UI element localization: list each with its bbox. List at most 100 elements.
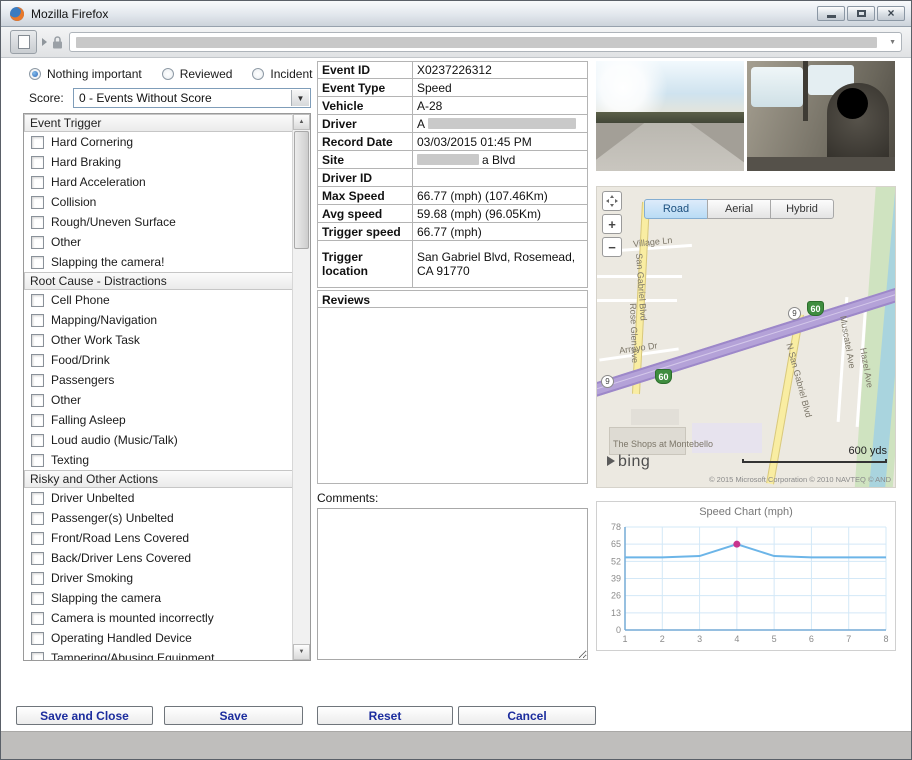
checklist-item[interactable]: Rough/Uneven Surface	[24, 212, 293, 232]
checklist-scrollbar[interactable]: ▲ ▼	[292, 114, 310, 660]
scroll-up-button[interactable]: ▲	[293, 114, 310, 130]
checklist-item[interactable]: Driver Smoking	[24, 568, 293, 588]
checklist-item[interactable]: Texting	[24, 450, 293, 470]
scrollbar-thumb[interactable]	[294, 131, 309, 249]
checkbox[interactable]	[31, 532, 44, 545]
checkbox[interactable]	[31, 136, 44, 149]
title-bar[interactable]: Mozilla Firefox ×	[1, 1, 911, 27]
checkbox[interactable]	[31, 176, 44, 189]
checkbox[interactable]	[31, 632, 44, 645]
checkbox[interactable]	[31, 394, 44, 407]
checklist-item[interactable]: Collision	[24, 192, 293, 212]
checkbox[interactable]	[31, 454, 44, 467]
checkbox[interactable]	[31, 414, 44, 427]
checklist-item-label: Other	[51, 235, 81, 249]
checklist-item[interactable]: Hard Cornering	[24, 132, 293, 152]
radio-incident[interactable]: Incident	[252, 67, 312, 81]
score-dropdown[interactable]: 0 - Events Without Score ▼	[73, 88, 311, 108]
checklist-item-label: Passenger(s) Unbelted	[51, 511, 174, 525]
driver-camera-image	[747, 61, 895, 171]
road-camera-image	[596, 61, 744, 171]
svg-text:78: 78	[611, 522, 621, 532]
checklist-section-header: Risky and Other Actions	[24, 470, 293, 488]
checkbox[interactable]	[31, 572, 44, 585]
cancel-button[interactable]: Cancel	[458, 706, 596, 725]
detail-value: A-28	[413, 97, 587, 114]
checkbox[interactable]	[31, 374, 44, 387]
checkbox[interactable]	[31, 196, 44, 209]
url-bar[interactable]: ▼	[69, 32, 902, 52]
checklist-item[interactable]: Passengers	[24, 370, 293, 390]
checkbox[interactable]	[31, 434, 44, 447]
checklist-item[interactable]: Other	[24, 232, 293, 252]
zoom-in-button[interactable]: +	[602, 214, 622, 234]
checklist-item[interactable]: Back/Driver Lens Covered	[24, 548, 293, 568]
map-pan-button[interactable]	[602, 191, 622, 211]
save-button[interactable]: Save	[164, 706, 303, 725]
radio-icon[interactable]	[162, 68, 174, 80]
checklist-item[interactable]: Operating Handled Device	[24, 628, 293, 648]
site-identity-button[interactable]	[10, 30, 37, 54]
checkbox[interactable]	[31, 652, 44, 661]
checkbox[interactable]	[31, 592, 44, 605]
minimize-button[interactable]	[817, 6, 845, 21]
radio-label: Incident	[270, 67, 312, 81]
score-selected-value: 0 - Events Without Score	[79, 91, 212, 105]
url-dropdown-icon[interactable]: ▼	[889, 39, 896, 46]
checkbox[interactable]	[31, 512, 44, 525]
maximize-button[interactable]	[847, 6, 875, 21]
firefox-icon	[9, 6, 25, 22]
checklist-item[interactable]: Hard Acceleration	[24, 172, 293, 192]
checkbox[interactable]	[31, 334, 44, 347]
checkbox[interactable]	[31, 552, 44, 565]
detail-label: Driver ID	[318, 169, 413, 186]
checklist-item-label: Other Work Task	[51, 333, 140, 347]
checklist-item[interactable]: Front/Road Lens Covered	[24, 528, 293, 548]
scroll-down-button[interactable]: ▼	[293, 644, 310, 660]
save-and-close-button[interactable]: Save and Close	[16, 706, 153, 725]
radio-reviewed[interactable]: Reviewed	[162, 67, 233, 81]
checklist-item[interactable]: Other Work Task	[24, 330, 293, 350]
map-view-road[interactable]: Road	[644, 199, 708, 219]
map-view-hybrid[interactable]: Hybrid	[770, 199, 834, 219]
bing-map[interactable]: Village Ln San Gabriel Blvd Rose Glen Av…	[596, 186, 896, 488]
checklist-item[interactable]: Mapping/Navigation	[24, 310, 293, 330]
checklist-item[interactable]: Passenger(s) Unbelted	[24, 508, 293, 528]
checklist-item[interactable]: Camera is mounted incorrectly	[24, 608, 293, 628]
checklist-item[interactable]: Slapping the camera!	[24, 252, 293, 272]
checkbox[interactable]	[31, 236, 44, 249]
radio-nothing-important[interactable]: Nothing important	[29, 67, 142, 81]
checkbox[interactable]	[31, 314, 44, 327]
scroll-up-icon: ▲	[299, 119, 305, 125]
checkbox[interactable]	[31, 492, 44, 505]
map-building	[631, 409, 679, 425]
dropdown-arrow-icon[interactable]: ▼	[291, 90, 309, 106]
map-view-aerial[interactable]: Aerial	[707, 199, 771, 219]
maximize-icon	[857, 10, 866, 17]
checklist-item[interactable]: Falling Asleep	[24, 410, 293, 430]
detail-value	[413, 169, 587, 186]
checkbox[interactable]	[31, 354, 44, 367]
checklist-item[interactable]: Cell Phone	[24, 290, 293, 310]
comments-textarea[interactable]	[317, 508, 588, 660]
checkbox[interactable]	[31, 156, 44, 169]
checklist-item[interactable]: Tampering/Abusing Equipment	[24, 648, 293, 660]
checklist-item[interactable]: Hard Braking	[24, 152, 293, 172]
radio-icon[interactable]	[29, 68, 41, 80]
zoom-out-button[interactable]: −	[602, 237, 622, 257]
radio-icon[interactable]	[252, 68, 264, 80]
checklist-item[interactable]: Other	[24, 390, 293, 410]
bing-logo[interactable]: bing	[607, 453, 650, 471]
checklist-item[interactable]: Loud audio (Music/Talk)	[24, 430, 293, 450]
checklist-item[interactable]: Slapping the camera	[24, 588, 293, 608]
checklist-item[interactable]: Driver Unbelted	[24, 488, 293, 508]
route-marker-9: 9	[788, 307, 801, 320]
checkbox[interactable]	[31, 216, 44, 229]
checklist-item[interactable]: Food/Drink	[24, 350, 293, 370]
close-button[interactable]: ×	[877, 6, 905, 21]
detail-row: Avg speed 59.68 (mph) (96.05Km)	[317, 205, 588, 223]
checkbox[interactable]	[31, 256, 44, 269]
checkbox[interactable]	[31, 612, 44, 625]
checkbox[interactable]	[31, 294, 44, 307]
reset-button[interactable]: Reset	[317, 706, 453, 725]
